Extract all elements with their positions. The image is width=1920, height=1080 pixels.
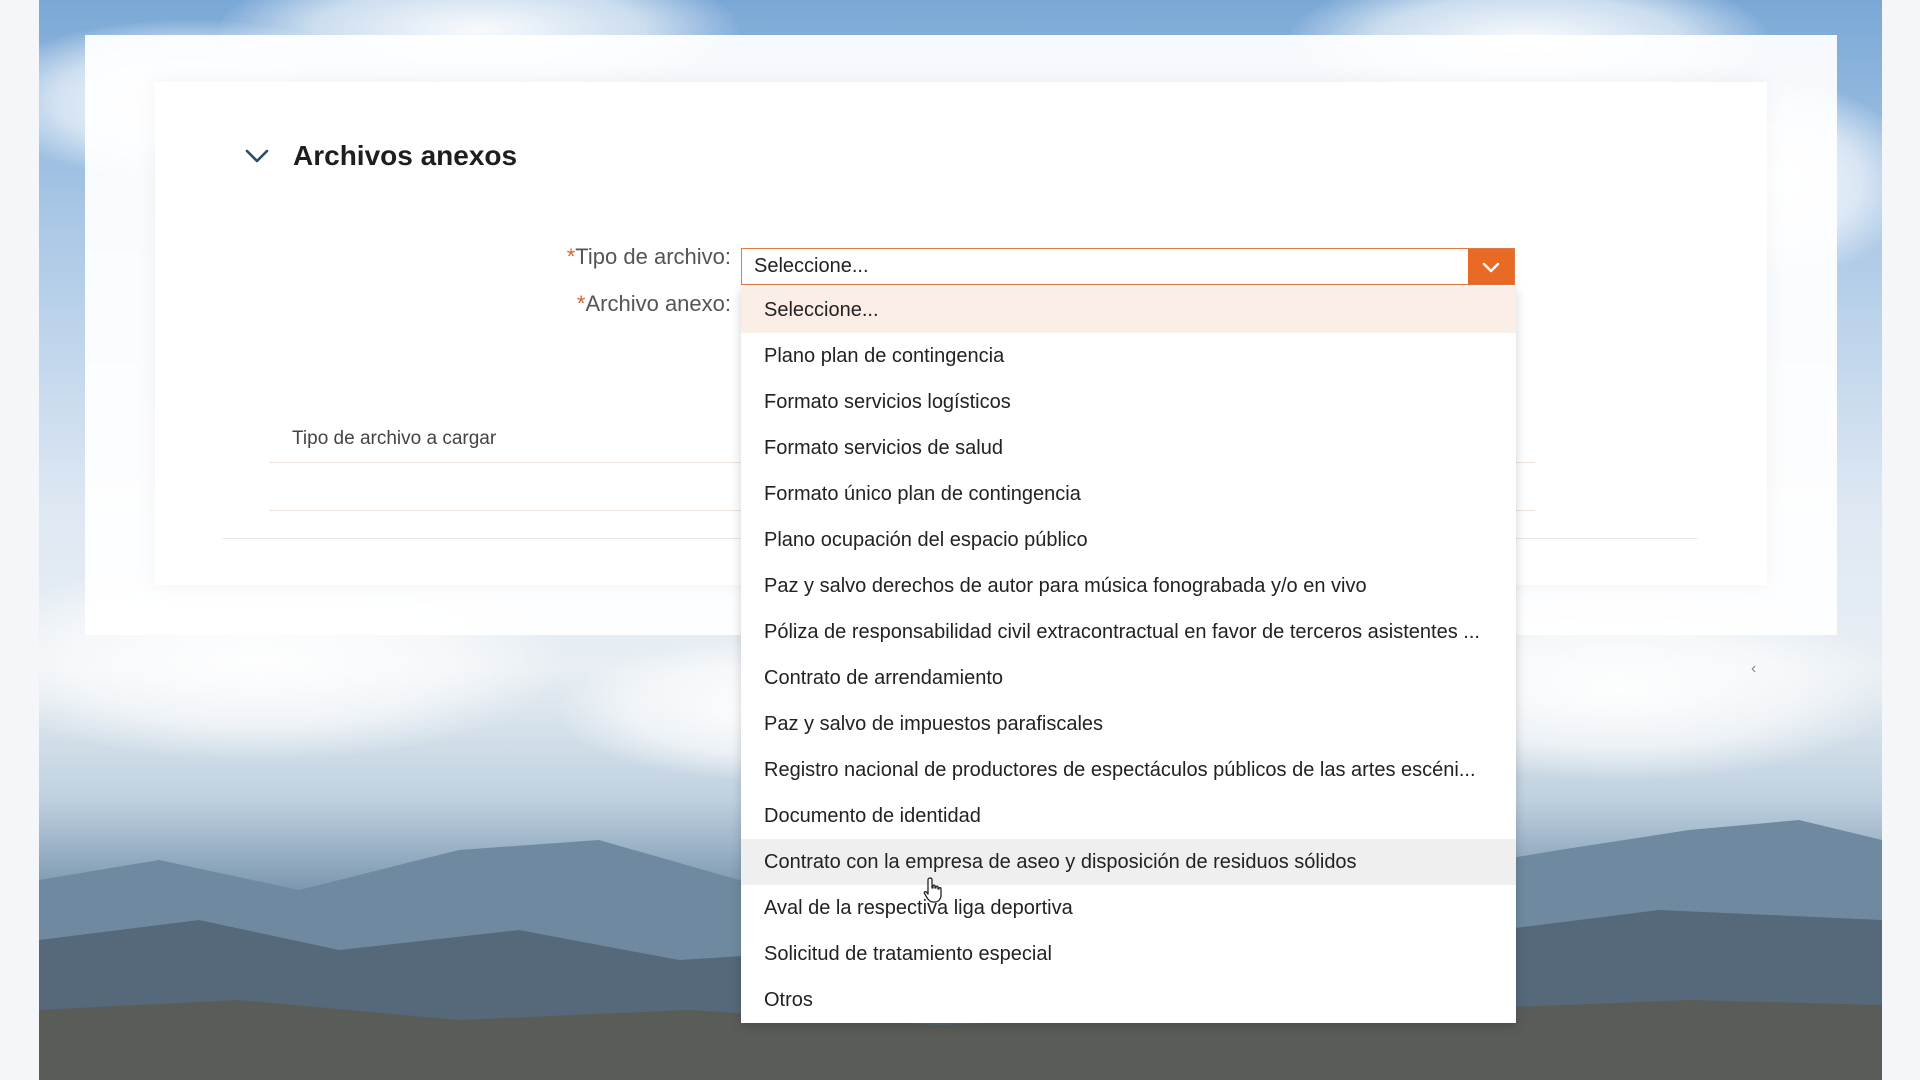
tipo-de-archivo-label: *Tipo de archivo: [567, 244, 731, 270]
chevron-down-icon[interactable] [1468, 249, 1514, 284]
option-contrato-empresa-aseo[interactable]: Contrato con la empresa de aseo y dispos… [741, 839, 1516, 885]
tipo-de-archivo-text: Tipo de archivo: [575, 244, 731, 269]
option-formato-servicios-salud[interactable]: Formato servicios de salud [741, 425, 1516, 471]
required-mark: * [566, 244, 576, 269]
option-documento-identidad[interactable]: Documento de identidad [741, 793, 1516, 839]
option-aval-liga-deportiva[interactable]: Aval de la respectiva liga deportiva [741, 885, 1516, 931]
chevron-down-icon[interactable] [245, 143, 271, 169]
option-registro-nacional-productores[interactable]: Registro nacional de productores de espe… [741, 747, 1516, 793]
section-header[interactable]: Archivos anexos [245, 140, 517, 172]
option-solicitud-tratamiento-especial[interactable]: Solicitud de tratamiento especial [741, 931, 1516, 977]
background-caret: ‹ [1751, 660, 1757, 677]
option-paz-y-salvo-derechos-autor[interactable]: Paz y salvo derechos de autor para músic… [741, 563, 1516, 609]
archivo-anexo-label: *Archivo anexo: [577, 291, 731, 317]
table-column-header: Tipo de archivo a cargar [292, 428, 497, 449]
option-plano-plan-contingencia[interactable]: Plano plan de contingencia [741, 333, 1516, 379]
tipo-de-archivo-select[interactable]: Seleccione... [741, 248, 1515, 285]
option-otros[interactable]: Otros [741, 977, 1516, 1023]
option-seleccione[interactable]: Seleccione... [741, 287, 1516, 333]
hand-pointer-icon [923, 877, 942, 903]
option-poliza-responsabilidad-civil[interactable]: Póliza de responsabilidad civil extracon… [741, 609, 1516, 655]
archivo-anexo-text: Archivo anexo: [585, 291, 731, 316]
tipo-de-archivo-options: Seleccione... Plano plan de contingencia… [741, 287, 1516, 1023]
option-plano-ocupacion-espacio-publico[interactable]: Plano ocupación del espacio público [741, 517, 1516, 563]
select-current-value: Seleccione... [754, 255, 869, 277]
option-paz-y-salvo-impuestos[interactable]: Paz y salvo de impuestos parafiscales [741, 701, 1516, 747]
option-formato-unico-plan-contingencia[interactable]: Formato único plan de contingencia [741, 471, 1516, 517]
option-formato-servicios-logisticos[interactable]: Formato servicios logísticos [741, 379, 1516, 425]
option-contrato-arrendamiento[interactable]: Contrato de arrendamiento [741, 655, 1516, 701]
section-title: Archivos anexos [293, 140, 518, 171]
